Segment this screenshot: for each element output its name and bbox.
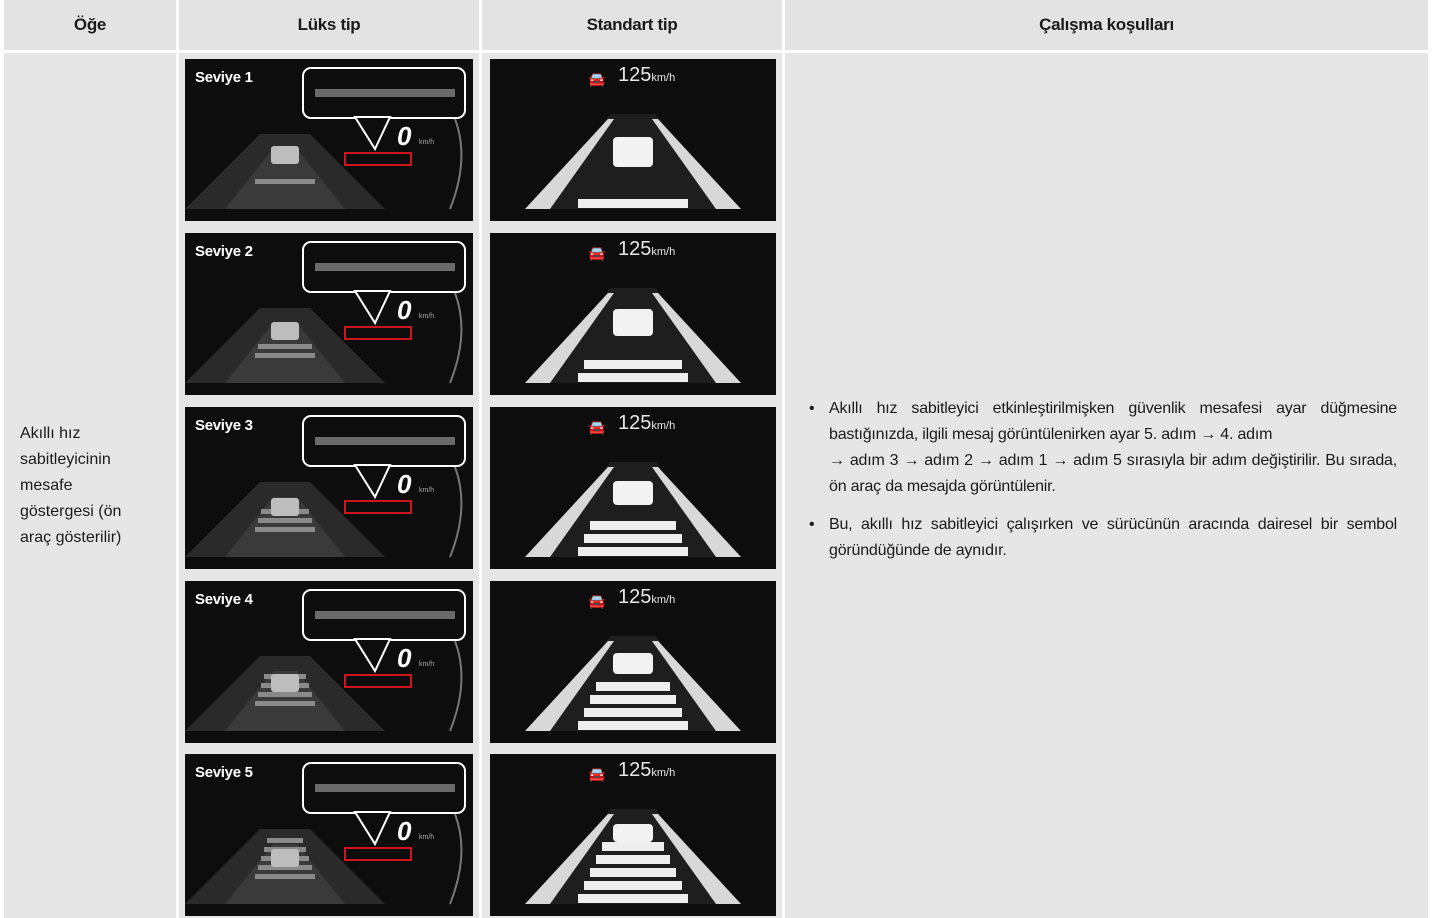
cruise-car-icon: 🚘 bbox=[588, 71, 606, 87]
cruise-car-icon: 🚘 bbox=[588, 245, 606, 261]
header-item-label: Öğe bbox=[73, 15, 107, 34]
cruise-car-icon: 🚘 bbox=[588, 766, 606, 782]
cruise-car-icon: 🚘 bbox=[588, 593, 606, 609]
set-speed-value: 125 bbox=[618, 586, 652, 608]
set-speed-unit: km/h bbox=[651, 246, 676, 258]
cluster-speed-unit: km/h bbox=[419, 313, 435, 320]
luxury-cluster-image: Seviye 3 0 km/h bbox=[185, 407, 473, 569]
set-speed-unit: km/h bbox=[651, 767, 676, 779]
standard-display-image: 🚘 125km/h bbox=[490, 407, 776, 569]
header-conditions: Çalışma koşulları bbox=[785, 0, 1428, 50]
highlight-box bbox=[344, 500, 412, 514]
cluster-speed-unit: km/h bbox=[419, 834, 435, 841]
set-speed-unit: km/h bbox=[651, 420, 676, 432]
condition-item: • Bu, akıllı hız sabitleyici çalışırken … bbox=[807, 512, 1397, 564]
luxury-column: Seviye 1 0 km/h Seviye 2 0 km/h Seviye 3 0 km/h S… bbox=[179, 53, 479, 918]
set-speed-unit: km/h bbox=[651, 594, 676, 606]
luxury-cluster-image: Seviye 4 0 km/h bbox=[185, 581, 473, 743]
standard-display-image: 🚘 125km/h bbox=[490, 59, 776, 221]
bullet-icon: • bbox=[809, 399, 815, 417]
standard-display-image: 🚘 125km/h bbox=[490, 581, 776, 743]
level-label: Seviye 4 bbox=[195, 591, 253, 608]
luxury-cluster-image: Seviye 1 0 km/h bbox=[185, 59, 473, 221]
bullet-icon: • bbox=[809, 515, 815, 533]
item-cell: Akıllı hız sabitleyicinin mesafe gösterg… bbox=[4, 53, 176, 918]
front-car-icon bbox=[271, 146, 299, 164]
cluster-speed-unit: km/h bbox=[419, 487, 435, 494]
header-standard-label: Standart tip bbox=[586, 15, 678, 34]
set-speed: 125km/h bbox=[618, 412, 675, 435]
header-luxury: Lüks tip bbox=[179, 0, 479, 50]
highlight-box bbox=[344, 674, 412, 688]
cluster-speed-unit: km/h bbox=[419, 139, 435, 146]
header-item: Öğe bbox=[4, 0, 176, 50]
condition-text-continued: → adım 3 → adım 2 → adım 1 → adım 5 sıra… bbox=[829, 451, 1397, 495]
set-speed-value: 125 bbox=[618, 238, 652, 260]
conditions-list: • Akıllı hız sabitleyici etkinleştirilmi… bbox=[807, 396, 1411, 576]
cluster-speed: 0 bbox=[397, 121, 412, 151]
header-standard: Standart tip bbox=[482, 0, 782, 50]
condition-text: Akıllı hız sabitleyici etkinleştirilmişk… bbox=[829, 399, 1397, 443]
front-car-icon bbox=[613, 309, 653, 336]
cluster-speed: 0 bbox=[397, 816, 412, 846]
front-car-icon bbox=[613, 824, 653, 842]
front-car-icon bbox=[613, 653, 653, 674]
luxury-cluster-image: Seviye 2 0 km/h bbox=[185, 233, 473, 395]
set-speed: 125km/h bbox=[618, 238, 675, 261]
set-speed-value: 125 bbox=[618, 759, 652, 781]
luxury-cluster-image: Seviye 5 0 km/h bbox=[185, 754, 473, 916]
standard-display-image: 🚘 125km/h bbox=[490, 233, 776, 395]
set-speed: 125km/h bbox=[618, 586, 675, 609]
level-label: Seviye 3 bbox=[195, 417, 253, 434]
level-label: Seviye 5 bbox=[195, 764, 253, 781]
set-speed: 125km/h bbox=[618, 759, 675, 782]
cluster-speed: 0 bbox=[397, 295, 412, 325]
settings-table: Öğe Lüks tip Standart tip Çalışma koşull… bbox=[4, 0, 1428, 918]
cluster-speed-unit: km/h bbox=[419, 661, 435, 668]
standard-display-image: 🚘 125km/h bbox=[490, 754, 776, 916]
front-car-icon bbox=[613, 481, 653, 505]
front-car-icon bbox=[271, 674, 299, 692]
cluster-speed: 0 bbox=[397, 469, 412, 499]
cluster-speed: 0 bbox=[397, 643, 412, 673]
conditions-cell: • Akıllı hız sabitleyici etkinleştirilmi… bbox=[785, 53, 1428, 918]
highlight-box bbox=[344, 326, 412, 340]
set-speed-value: 125 bbox=[618, 64, 652, 86]
highlight-box bbox=[344, 847, 412, 861]
front-car-icon bbox=[613, 137, 653, 167]
standard-column: 🚘 125km/h 🚘 125km/h 🚘 125km/h 🚘 125km/h 🚘 125km/h bbox=[482, 53, 782, 918]
condition-item: • Akıllı hız sabitleyici etkinleştirilmi… bbox=[807, 396, 1397, 500]
set-speed-unit: km/h bbox=[651, 72, 676, 84]
set-speed: 125km/h bbox=[618, 64, 675, 87]
header-luxury-label: Lüks tip bbox=[297, 15, 361, 34]
condition-text: Bu, akıllı hız sabitleyici çalışırken ve… bbox=[829, 515, 1397, 559]
highlight-box bbox=[344, 152, 412, 166]
cruise-car-icon: 🚘 bbox=[588, 419, 606, 435]
front-car-icon bbox=[271, 498, 299, 516]
level-label: Seviye 2 bbox=[195, 243, 253, 260]
header-conditions-label: Çalışma koşulları bbox=[1039, 15, 1174, 34]
set-speed-value: 125 bbox=[618, 412, 652, 434]
front-car-icon bbox=[271, 849, 299, 867]
front-car-icon bbox=[271, 322, 299, 340]
item-label: Akıllı hız sabitleyicinin mesafe gösterg… bbox=[20, 424, 122, 546]
level-label: Seviye 1 bbox=[195, 69, 253, 86]
